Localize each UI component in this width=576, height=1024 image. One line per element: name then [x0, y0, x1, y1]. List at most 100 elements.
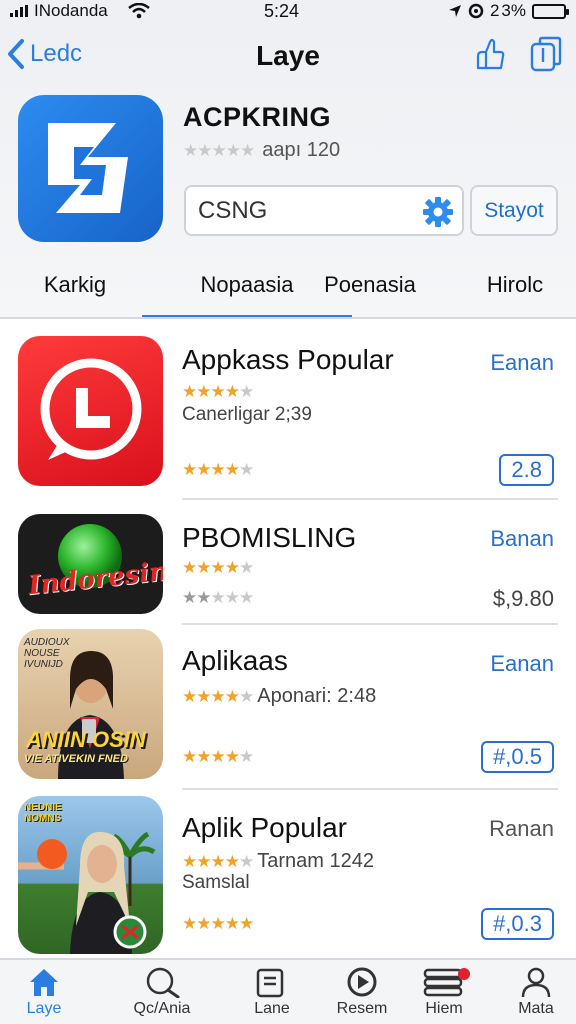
get-button[interactable]: Eanan: [490, 350, 554, 376]
search-input[interactable]: [198, 196, 418, 225]
app-name: Aplik Popular: [182, 812, 347, 843]
star-icon: ★: [182, 588, 197, 607]
carrier-label: INodanda: [34, 1, 108, 20]
star-icon: ★: [182, 914, 197, 933]
icon-text-top: NEDNIE NOMNS: [24, 802, 62, 824]
star-icon: ★: [210, 588, 226, 607]
bottom-tab-bar: Laye Qc/Ania Lane Resem Hiem Mata: [0, 958, 576, 1024]
price-tag[interactable]: $,9.80: [493, 586, 554, 612]
star-icon: ★: [210, 382, 226, 401]
tabbar-item-search[interactable]: Qc/Ania: [114, 966, 210, 1018]
price-tag[interactable]: #,0.3: [481, 908, 554, 940]
copy-icon[interactable]: [528, 36, 564, 72]
tab-karkig[interactable]: Karkig: [20, 272, 130, 298]
home-icon: [30, 969, 58, 996]
rating-text: Aponari: 2:48: [257, 685, 377, 707]
stars: ★ ★ ★ ★ ★: [182, 588, 254, 608]
list-item[interactable]: NEDNIE NOMNS Aplik Popular Ranan ★ ★ ★ ★ ★ T…: [0, 790, 576, 958]
play-icon: [347, 967, 377, 997]
tab-poenasia[interactable]: Poenasia: [310, 272, 430, 298]
status-bar: INodanda 5:24 2 3%: [0, 0, 576, 22]
share-icon[interactable]: [472, 36, 508, 72]
star-icon: ★: [196, 914, 211, 933]
star-icon: ★: [182, 747, 197, 766]
list-item[interactable]: Indoresin PBOMISLING Banan ★ ★ ★ ★ ★ ★ ★ ★ ★ ★ $…: [0, 500, 576, 625]
tabbar-label: Mata: [518, 1000, 554, 1017]
star-icon: ★: [225, 140, 241, 160]
icon-text-small: VIE ATIVEKIN FNED: [24, 753, 128, 765]
tabbar-item-laye[interactable]: Laye: [0, 966, 92, 1018]
gear-icon[interactable]: [422, 196, 454, 228]
price-tag[interactable]: #,0.5: [481, 741, 554, 773]
star-icon: ★: [196, 588, 211, 607]
stars: ★ ★ ★ ★ ★: [182, 747, 254, 767]
search-field[interactable]: [184, 185, 464, 236]
app-name: Aplikaas: [182, 645, 288, 676]
rating-text: aapı 120: [262, 139, 341, 161]
tabbar-item-hiem[interactable]: Hiem: [396, 966, 492, 1018]
star-icon: ★: [196, 382, 211, 401]
stars: ★ ★ ★ ★ ★: [182, 460, 254, 480]
battery-prefix: 2: [489, 1, 500, 20]
tabbar-label: Laye: [26, 1000, 62, 1017]
star-icon: ★: [196, 851, 211, 871]
status-right: 2 3%: [448, 1, 569, 21]
get-button[interactable]: Eanan: [490, 651, 554, 677]
star-icon: ★: [239, 460, 254, 479]
person-icon: [521, 967, 551, 998]
rating-row: ★ ★ ★ ★ ★: [182, 558, 254, 578]
app-icon-photo: AUDIOUX NOUSE IVUNIJD ANIIN OSIN VIE ATI…: [18, 629, 163, 779]
star-icon: ★: [239, 686, 254, 706]
rating-stars-bottom: ★ ★ ★ ★ ★: [182, 747, 254, 767]
rating-row: ★ ★ ★ ★ ★ Tarnam 1242: [182, 850, 374, 873]
star-icon: ★: [197, 140, 212, 160]
tabbar-item-lane[interactable]: Lane: [224, 966, 320, 1018]
clock-logo-icon: [40, 358, 142, 460]
segment-tabs: Karkig Nopaasia Poenasia Hirolc: [0, 258, 576, 318]
star-icon: ★: [210, 747, 226, 766]
stayot-button[interactable]: Stayot: [470, 185, 558, 236]
stars: ★ ★ ★ ★ ★: [182, 914, 254, 934]
rating-stars: ★ ★ ★ ★ ★: [182, 851, 254, 872]
rating-stars-bottom: ★ ★ ★ ★ ★: [182, 914, 254, 934]
star-icon: ★: [182, 686, 197, 706]
star-icon: ★: [239, 588, 254, 607]
app-name: Appkass Popular: [182, 344, 394, 375]
tabbar-label: Lane: [254, 1000, 290, 1017]
app-rating: ★ ★ ★ ★ ★ aapı 120: [183, 139, 340, 162]
star-icon: ★: [224, 460, 240, 479]
get-button[interactable]: Ranan: [489, 816, 554, 842]
star-icon: ★: [196, 747, 211, 766]
header-divider: [0, 317, 576, 319]
star-icon: ★: [210, 851, 226, 871]
tabbar-label: Qc/Ania: [133, 1000, 191, 1017]
app-icon[interactable]: [18, 95, 163, 242]
star-icon: ★: [239, 914, 254, 933]
star-icon: ★: [224, 382, 240, 401]
icon-text-top: AUDIOUX NOUSE IVUNIJD: [24, 637, 70, 670]
app-title: ACPKRING: [183, 102, 332, 132]
rating-row: ★ ★ ★ ★ ★ Aponari: 2:48: [182, 685, 376, 708]
notification-badge: [458, 968, 470, 980]
star-icon: ★: [239, 558, 254, 577]
rating-stars: ★ ★ ★ ★ ★: [182, 686, 254, 707]
tabbar-item-mata[interactable]: Mata: [488, 966, 576, 1018]
cup-icon: [256, 968, 284, 998]
list-item[interactable]: AUDIOUX NOUSE IVUNIJD ANIIN OSIN VIE ATI…: [0, 625, 576, 790]
app-name: PBOMISLING: [182, 522, 357, 553]
app-icon-photo: NEDNIE NOMNS: [18, 796, 163, 954]
clock: 5:24: [264, 0, 300, 21]
star-icon: ★: [210, 914, 226, 933]
get-button[interactable]: Banan: [490, 526, 554, 552]
list-item[interactable]: Appkass Popular Eanan ★ ★ ★ ★ ★ Canerligar 2…: [0, 320, 576, 500]
wifi-icon: [127, 3, 150, 19]
star-icon: ★: [210, 686, 226, 706]
tabbar-label: Hiem: [425, 1000, 463, 1017]
star-icon: ★: [183, 140, 198, 160]
rating-stars: ★ ★ ★ ★ ★: [182, 382, 254, 402]
battery-icon: [532, 3, 569, 19]
price-tag[interactable]: 2.8: [499, 454, 554, 486]
tab-hirolc[interactable]: Hirolc: [470, 272, 560, 298]
star-icon: ★: [224, 851, 240, 871]
star-icon: ★: [224, 588, 240, 607]
